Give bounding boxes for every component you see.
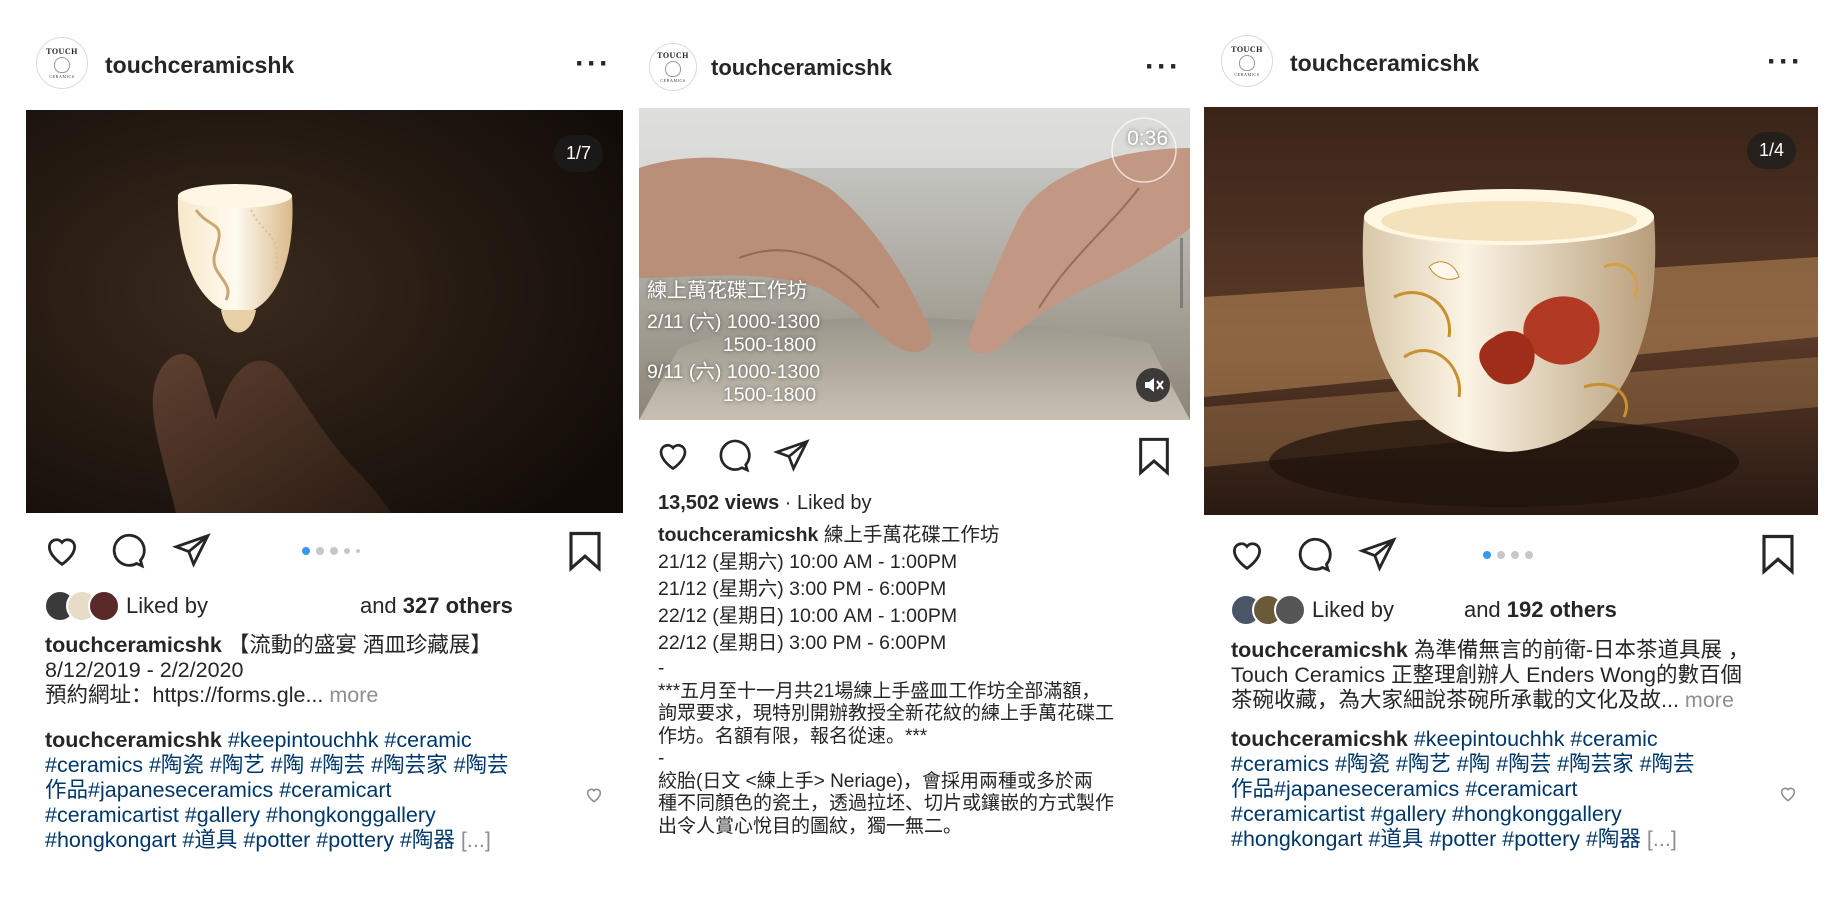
logo-icon — [1239, 55, 1255, 71]
more-link[interactable]: more — [1685, 688, 1734, 712]
media-counter: 1/4 — [1746, 132, 1796, 169]
comment-username[interactable]: touchceramicshk — [1231, 727, 1408, 751]
caption-username[interactable]: touchceramicshk — [1231, 638, 1408, 662]
liked-by-avatars[interactable] — [1230, 594, 1306, 626]
share-icon[interactable] — [1358, 535, 1398, 573]
profile-avatar[interactable]: TOUCH CERAMICS — [1221, 35, 1273, 87]
bookmark-icon[interactable] — [1760, 533, 1796, 575]
post-image[interactable]: 1/4 — [1204, 107, 1818, 515]
post-3: TOUCH CERAMICS touchceramicshk ··· 1/4 L… — [0, 0, 1844, 898]
tea-bowl-photo — [1204, 107, 1818, 515]
carousel-indicator — [1483, 551, 1533, 559]
more-options-icon[interactable]: ··· — [1767, 47, 1803, 77]
comment: touchceramicshk #keepintouchhk #ceramic … — [1231, 727, 1695, 851]
liked-by[interactable]: Liked by and 192 others — [1312, 597, 1617, 623]
comment-icon[interactable] — [1293, 535, 1333, 573]
heart-icon[interactable] — [1227, 535, 1267, 573]
username[interactable]: touchceramicshk — [1290, 50, 1479, 77]
comment-like-icon[interactable] — [1778, 784, 1798, 803]
post-caption: touchceramicshk 為準備無言的前衛-日本茶道具展 ， Touch … — [1231, 638, 1750, 712]
